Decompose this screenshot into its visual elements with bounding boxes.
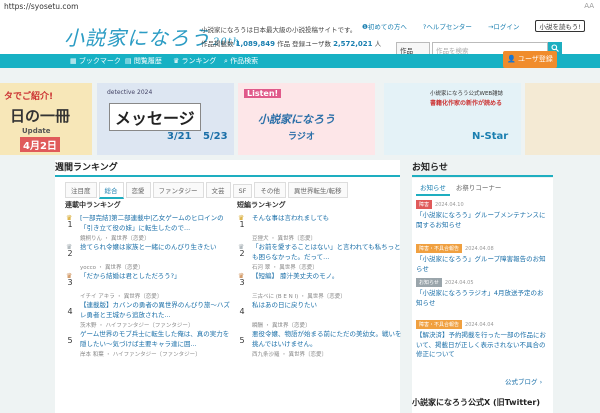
tab-news[interactable]: お知らせ bbox=[416, 180, 450, 196]
ranking-item[interactable]: ♛ 2 捨てられ令嬢は家族と一緒にのんびり生きたい yocco ・ 異世界〔恋愛〕 bbox=[65, 243, 230, 272]
banner-3[interactable]: Listen! 小説家になろう ラジオ bbox=[238, 83, 375, 155]
official-blog-link[interactable]: 公式ブログ › bbox=[505, 376, 542, 386]
tab-sf[interactable]: SF bbox=[232, 184, 253, 198]
ranking-heading: 週間ランキング bbox=[55, 160, 400, 177]
url-text[interactable]: https://syosetu.com bbox=[4, 2, 78, 11]
works-unit: 作品 bbox=[277, 40, 291, 48]
ranking-panel: 週間ランキング 注目度 総合 恋愛 ファンタジー 文芸 SF その他 異世界転生/転移 連載中… bbox=[55, 160, 402, 413]
news-heading-wrap: お知らせ bbox=[412, 160, 553, 177]
users-count: 2,572,021 bbox=[333, 40, 373, 48]
tab-festival[interactable]: お祭りコーナー bbox=[452, 180, 506, 194]
text-size-button[interactable]: AA bbox=[584, 2, 594, 10]
tab-other[interactable]: その他 bbox=[254, 182, 286, 198]
ranking-item[interactable]: ♛ 3 「だから結婚は君としただろう?」 イチイ アキラ ・ 異世界〔恋愛〕 bbox=[65, 272, 230, 301]
x-heading: 小説家になろう公式X (旧Twitter) bbox=[412, 398, 540, 407]
ranking-item[interactable]: ♛ 1 そんな事は言われましても 豆狸犬 ・ 異世界〔恋愛〕 bbox=[237, 214, 402, 243]
banner-2[interactable]: detective 2024 メッセージ 3/21 5/23 bbox=[97, 83, 234, 155]
news-badge: 障害・不具合報告 bbox=[416, 244, 463, 253]
nav-history[interactable]: ▤ 閲覧履歴 bbox=[125, 56, 162, 66]
tab-isekai[interactable]: 異世界転生/転移 bbox=[287, 182, 348, 198]
ranking-item[interactable]: ♛ 2 「お前を愛することはない」と言われても私ちっとも困らなかった。だって... 石… bbox=[237, 243, 402, 272]
ranking-item[interactable]: 5 ゲーム世界のモブ兵士に転生した俺は、真の実力を隠したい〜気づけば主要キャラ達に… bbox=[65, 330, 230, 359]
news-item[interactable]: 障害 2024.04.10 「小説家になろう」グループメンテナンスに関するお知らせ bbox=[416, 200, 549, 230]
tab-attention[interactable]: 注目度 bbox=[65, 182, 97, 198]
banner-1[interactable]: タでご紹介! 日の一冊 Update 4月2日 bbox=[0, 83, 92, 155]
site-tagline: 小説家になろうは日本最大級の小説投稿サイトです。 bbox=[201, 26, 357, 34]
browser-url-bar[interactable]: https://syosetu.com AA bbox=[0, 0, 600, 15]
ranking-tabs: 注目度 総合 恋愛 ファンタジー 文芸 SF その他 異世界転生/転移 bbox=[65, 182, 350, 199]
news-text[interactable]: 「小説家になろうラジオ」4月放送予定のお知らせ bbox=[416, 289, 549, 308]
beginner-link[interactable]: ❶初めての方へ bbox=[362, 23, 414, 31]
tab-overall[interactable]: 総合 bbox=[98, 182, 124, 199]
site-header: 小説家になろう 20th 小説家になろうは日本最大級の小説投稿サイトです。 作品掲… bbox=[0, 14, 600, 55]
news-date: 2024.04.04 bbox=[465, 322, 494, 328]
short-ranking: 短編ランキング ♛ 1 そんな事は言われましても 豆狸犬 ・ 異世界〔恋愛〕 ♛ 2 「お… bbox=[237, 200, 402, 359]
works-count: 1,089,849 bbox=[235, 40, 275, 48]
nav-ranking[interactable]: ♛ ランキング bbox=[173, 56, 216, 66]
nav-search[interactable]: ⌕ 作品検索 bbox=[224, 56, 258, 66]
banner-4[interactable]: 小説家になろう公式WEB雑誌 書籍化作家の新作が読める N-Star bbox=[384, 83, 521, 155]
ranking-item[interactable]: 4 【連載版】カバンの勇者の異世界のんびり旅〜ハズレ勇者と王城から追放された...… bbox=[65, 301, 230, 330]
serial-ranking: 連載中ランキング ♛ 1 [一部完結]第二部連載中|乙女ゲームのヒロインの「引き立て… bbox=[65, 200, 230, 359]
login-link[interactable]: →ログイン bbox=[488, 23, 526, 31]
banner-5[interactable] bbox=[525, 83, 600, 155]
logo-text: 小説家になろう bbox=[64, 26, 211, 50]
read-novels-link[interactable]: 小説を読もう! bbox=[535, 20, 585, 32]
news-badge: お知らせ bbox=[416, 278, 442, 287]
news-badge: 障害・不具合報告 bbox=[416, 320, 463, 329]
header-links: ❶初めての方へ ?ヘルプセンター →ログイン 小説を読もう! bbox=[362, 20, 585, 32]
news-badge: 障害 bbox=[416, 200, 433, 209]
news-text[interactable]: 【解決済】予約掲載を行った一部の作品において、掲載日が正しく表示されない不具合の… bbox=[416, 331, 549, 360]
ranking-item[interactable]: ♛ 1 [一部完結]第二部連載中|乙女ゲームのヒロインの「引き立て役の妹」に転生した… bbox=[65, 214, 230, 243]
banner-carousel: タでご紹介! 日の一冊 Update 4月2日 detective 2024 メ… bbox=[0, 83, 600, 155]
tab-literature[interactable]: 文芸 bbox=[205, 182, 231, 198]
news-tabs: お知らせ お祭りコーナー bbox=[416, 180, 507, 196]
ranking-item[interactable]: 5 悪役令嬢、物語が始まる前にただの美幼女。戦いを挑んではいけません。 西九条沙羅 … bbox=[237, 330, 402, 359]
site-stats: 作品掲載数 1,089,849 作品 登録ユーザ数 2,572,021 人 bbox=[201, 38, 381, 48]
works-label: 作品掲載数 bbox=[201, 40, 234, 48]
ranking-item[interactable]: 4 私はあの日に戻りたい 瞬酬 ・ 異世界〔恋愛〕 bbox=[237, 301, 402, 330]
tab-fantasy[interactable]: ファンタジー bbox=[152, 182, 204, 198]
news-date: 2024.04.05 bbox=[444, 280, 474, 286]
news-date: 2024.04.08 bbox=[465, 246, 494, 252]
help-link[interactable]: ?ヘルプセンター bbox=[423, 23, 479, 31]
news-item[interactable]: 障害・不具合報告 2024.04.08 「小説家になろう」グループ障害報告のお知ら… bbox=[416, 244, 549, 274]
news-date: 2024.04.10 bbox=[435, 202, 464, 208]
news-text[interactable]: 「小説家になろう」グループメンテナンスに関するお知らせ bbox=[416, 211, 549, 230]
register-button[interactable]: 👤 ユーザ登録 bbox=[503, 51, 557, 68]
nav-bookmark[interactable]: ▦ ブックマーク bbox=[70, 56, 121, 66]
ranking-item[interactable]: ♛ 3 【短編】 膝汁美丈夫のモノ。 三古ベに (B E N I) ・ 異世界〔恋愛〕 bbox=[237, 272, 402, 301]
tab-romance[interactable]: 恋愛 bbox=[125, 182, 151, 198]
news-item[interactable]: 障害・不具合報告 2024.04.04 【解決済】予約掲載を行った一部の作品におい… bbox=[416, 320, 549, 360]
serial-ranking-heading: 連載中ランキング bbox=[65, 201, 121, 209]
news-item[interactable]: お知らせ 2024.04.05 「小説家になろうラジオ」4月放送予定のお知らせ bbox=[416, 278, 549, 308]
short-ranking-heading: 短編ランキング bbox=[237, 201, 286, 209]
news-heading: お知らせ bbox=[412, 160, 553, 177]
news-text[interactable]: 「小説家になろう」グループ障害報告のお知らせ bbox=[416, 255, 549, 274]
users-label: 登録ユーザ数 bbox=[292, 40, 332, 48]
users-unit: 人 bbox=[374, 40, 382, 48]
